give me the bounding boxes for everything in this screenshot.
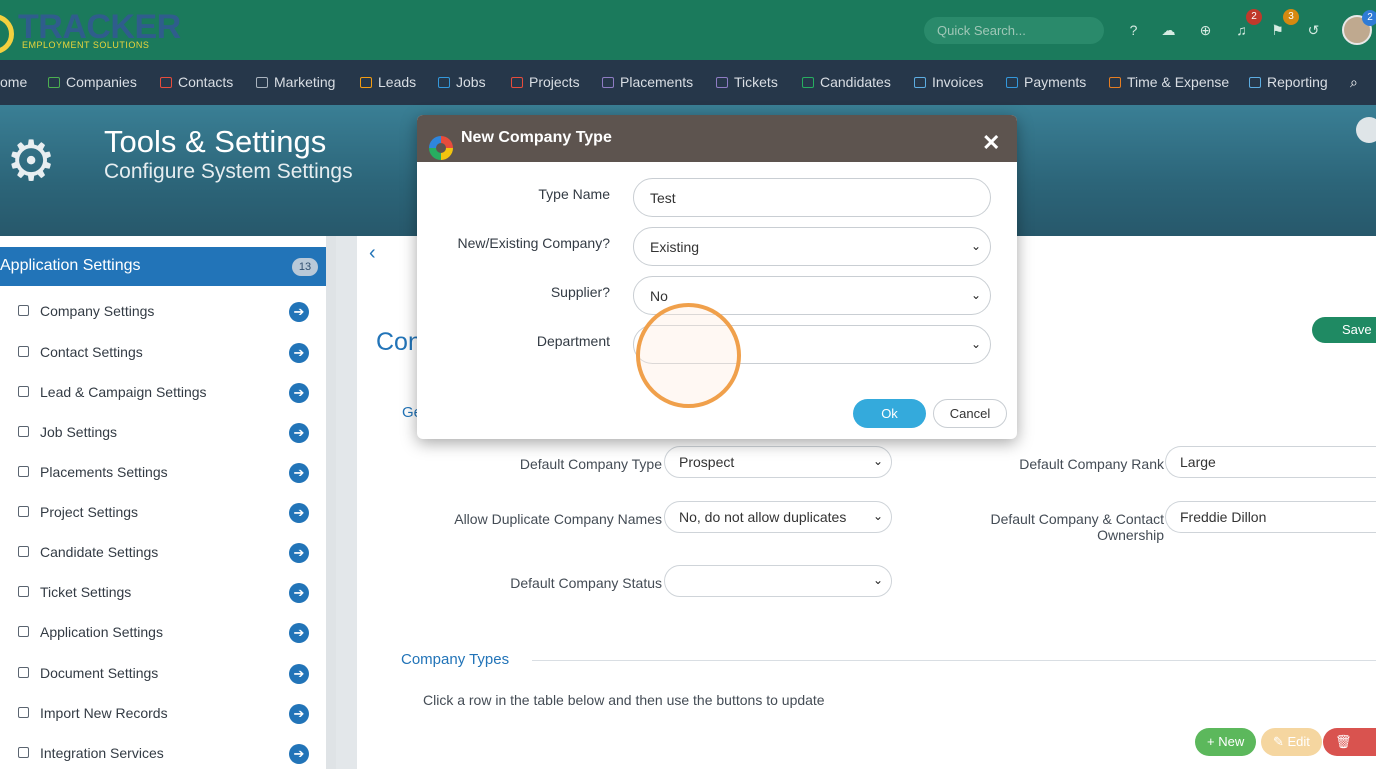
new-existing-label: New/Existing Company? (457, 235, 610, 251)
chevron-down-icon: ⌄ (970, 337, 981, 351)
type-name-label: Type Name (538, 186, 610, 202)
click-indicator (636, 303, 741, 408)
supplier-label: Supplier? (550, 284, 610, 300)
close-icon[interactable]: ✕ (982, 132, 1000, 154)
ok-button[interactable]: Ok (853, 399, 926, 428)
department-label: Department (536, 333, 610, 349)
select-value: Existing (650, 239, 700, 255)
new-existing-select[interactable]: Existing ⌄ (633, 227, 991, 266)
dialog-header: New Company Type ✕ (417, 115, 1017, 162)
chevron-down-icon: ⌄ (970, 288, 981, 302)
type-name-input[interactable]: Test (633, 178, 991, 217)
dialog-title: New Company Type (461, 129, 612, 146)
input-value: Test (650, 190, 676, 206)
app-logo-icon (429, 136, 453, 160)
cancel-button[interactable]: Cancel (933, 399, 1007, 428)
chevron-down-icon: ⌄ (970, 239, 981, 253)
select-value: No (650, 288, 668, 304)
